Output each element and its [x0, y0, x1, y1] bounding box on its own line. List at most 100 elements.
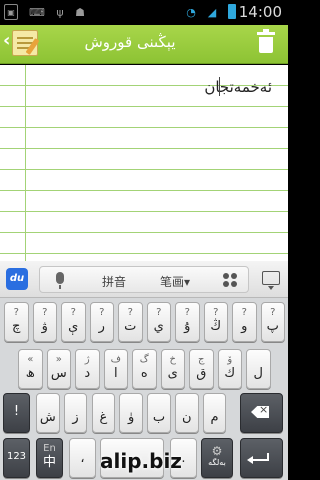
note-editor[interactable]: ئەخمەتجان	[0, 65, 288, 261]
letter-key[interactable]: ? ې	[61, 302, 86, 342]
key-primary-label: چ	[12, 319, 21, 334]
key-primary-label: ز	[72, 410, 79, 425]
letter-key[interactable]: ن	[175, 393, 199, 433]
note-text[interactable]: ئەخمەتجان	[204, 78, 272, 96]
key-secondary-label: ف	[110, 354, 121, 365]
key-primary-label: ل	[253, 366, 263, 381]
key-primary-label: س	[50, 366, 67, 381]
battery-icon	[228, 4, 236, 19]
key-primary-label: ي	[153, 319, 164, 334]
key-primary-label: ت	[124, 319, 137, 334]
keyboard-icon: ⌨	[29, 5, 45, 19]
letter-key[interactable]: ? ۋ	[32, 302, 57, 342]
ime-toolbar: 拼音 笔画▾	[39, 266, 249, 293]
key-primary-label: ە	[140, 366, 148, 381]
screen: ▣ ⌨ ψ ☗ ◔ ◢ 14:00 ‹ يېڭىنى قوروش ئەخمەتج…	[0, 0, 288, 480]
key-secondary-label: ?	[184, 307, 190, 318]
letter-key[interactable]: ? ت	[118, 302, 143, 342]
settings-key[interactable]: ⚙ بەلگە	[201, 438, 233, 478]
letter-key[interactable]: ژد	[75, 349, 100, 389]
key-secondary-label: ?	[70, 307, 76, 318]
notification-icon: ▣	[4, 4, 18, 20]
key-primary-label: د	[84, 366, 91, 381]
numeric-mode-key[interactable]: 123	[3, 438, 30, 478]
key-primary-label: ب	[152, 410, 166, 425]
letter-key[interactable]: ل	[246, 349, 271, 389]
letter-key[interactable]: ز	[63, 393, 88, 433]
key-secondary-label: گ	[139, 354, 149, 365]
letter-key[interactable]: » س	[46, 349, 71, 389]
key-primary-label: ۋ	[41, 319, 48, 334]
back-chevron-icon[interactable]: ‹	[3, 30, 10, 51]
letter-key[interactable]: ? و	[232, 302, 257, 342]
key-secondary-label: خ	[169, 354, 176, 365]
punctuation-key[interactable]: !	[3, 393, 30, 433]
candidate-bar: du 拼音 笔画▾	[0, 261, 288, 298]
letter-key[interactable]: فا	[103, 349, 128, 389]
key-primary-label: ھ	[25, 366, 35, 381]
key-primary-label: ې	[68, 319, 79, 334]
letter-key[interactable]: غ	[91, 393, 116, 433]
backspace-icon	[251, 406, 269, 418]
clover-menu-icon[interactable]	[223, 273, 237, 287]
key-primary-label: ا	[113, 366, 118, 381]
hide-keyboard-icon[interactable]	[262, 271, 280, 290]
backspace-key[interactable]	[240, 393, 283, 433]
baidu-ime-logo-icon[interactable]: du	[6, 268, 28, 290]
letter-key[interactable]: ? ڭ	[203, 302, 228, 342]
stroke-mode-button[interactable]: 笔画▾	[160, 273, 190, 290]
clock: 14:00	[238, 3, 282, 21]
notepad-app-icon[interactable]	[12, 30, 40, 56]
letter-key[interactable]: ش	[36, 393, 60, 433]
key-secondary-label: ?	[270, 307, 276, 318]
key-secondary-label: ?	[13, 307, 19, 318]
key-secondary-label: ?	[213, 307, 219, 318]
letter-key[interactable]: ۆك	[217, 349, 242, 389]
letter-key[interactable]: ? چ	[4, 302, 29, 342]
key-primary-label: ش	[39, 410, 56, 425]
key-primary-label: غ	[99, 410, 108, 425]
letter-key[interactable]: ب	[147, 393, 171, 433]
text-cursor	[219, 77, 220, 96]
key-secondary-label: ?	[127, 307, 133, 318]
status-bar: ▣ ⌨ ψ ☗ ◔ ◢ 14:00	[0, 0, 288, 25]
comma-key[interactable]: ،	[69, 438, 96, 478]
key-secondary-label: ?	[42, 307, 48, 318]
watermark-text: alip.biz	[100, 449, 182, 473]
letter-key[interactable]: ? پ	[260, 302, 285, 342]
letter-key[interactable]: ۈ	[119, 393, 143, 433]
letter-key[interactable]: م	[202, 393, 227, 433]
key-primary-label: ك	[224, 366, 236, 381]
pinyin-mode-button[interactable]: 拼音	[102, 273, 126, 290]
wifi-icon: ◔	[186, 5, 196, 19]
margin-line	[25, 65, 26, 261]
letter-key[interactable]: جق	[189, 349, 214, 389]
letter-key[interactable]: ? ي	[146, 302, 171, 342]
letter-key[interactable]: خى	[160, 349, 185, 389]
letter-key[interactable]: گە	[132, 349, 157, 389]
key-secondary-label: »	[55, 354, 62, 365]
android-debug-icon: ☗	[75, 5, 85, 19]
enter-icon	[247, 453, 269, 464]
letter-key[interactable]: «ھ	[18, 349, 43, 389]
key-secondary-label: ۆ	[227, 354, 233, 365]
key-primary-label: ن	[181, 410, 192, 425]
trash-icon[interactable]	[257, 29, 275, 54]
usb-icon: ψ	[56, 5, 64, 19]
signal-icon: ◢	[207, 5, 217, 19]
enter-key[interactable]	[240, 438, 283, 478]
key-primary-label: ڭ	[210, 319, 222, 334]
key-primary-label: ى	[167, 366, 178, 381]
key-secondary-label: ?	[99, 307, 105, 318]
key-secondary-label: ?	[156, 307, 162, 318]
key-secondary-label: «	[27, 354, 34, 365]
microphone-icon[interactable]	[56, 272, 64, 289]
key-primary-label: پ	[266, 319, 279, 334]
letter-key[interactable]: ? ر	[89, 302, 114, 342]
key-primary-label: و	[241, 319, 248, 334]
letter-key[interactable]: ? ۇ	[175, 302, 200, 342]
key-secondary-label: ژ	[84, 354, 90, 365]
key-primary-label: ق	[196, 366, 207, 381]
language-switch-key[interactable]: En 中	[36, 438, 63, 478]
key-primary-label: ۈ	[128, 410, 135, 425]
